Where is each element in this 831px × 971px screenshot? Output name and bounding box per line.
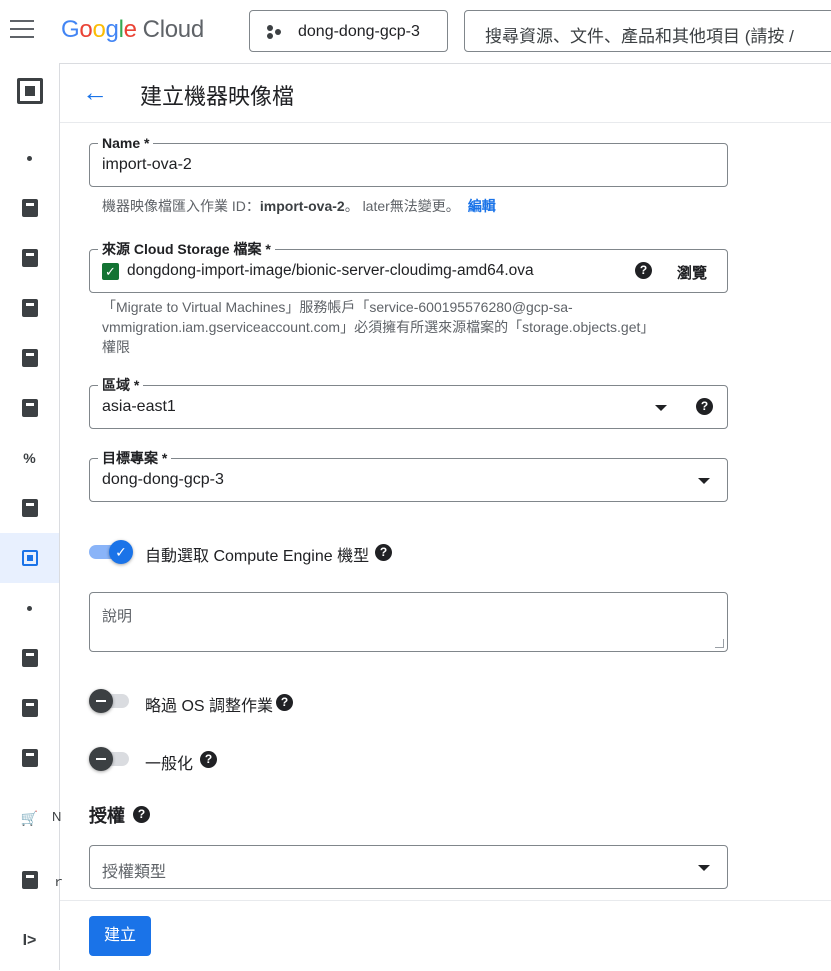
migrate-vms-icon[interactable] bbox=[0, 533, 59, 583]
source-file-field[interactable]: 來源 Cloud Storage 檔案 * ✓ dongdong-import-… bbox=[89, 240, 728, 293]
expand-rail-icon[interactable]: I> bbox=[0, 916, 59, 966]
help-icon[interactable]: ? bbox=[375, 544, 392, 561]
project-icon bbox=[267, 25, 283, 39]
project-picker-label: dong-dong-gcp-3 bbox=[298, 23, 420, 40]
source-label: 來源 Cloud Storage 檔案 * bbox=[98, 240, 275, 258]
region-label: 區域 * bbox=[98, 376, 144, 394]
logo-cloud-text: Cloud bbox=[142, 16, 205, 43]
auto-machine-type-toggle[interactable]: ✓ bbox=[89, 540, 133, 564]
name-field[interactable]: Name * import-ova-2 bbox=[89, 134, 728, 187]
release-notes-icon[interactable] bbox=[0, 855, 59, 905]
generalize-toggle[interactable] bbox=[89, 747, 133, 771]
job-id: import-ova-2 bbox=[259, 198, 345, 214]
footer-bar: 建立 bbox=[60, 900, 831, 971]
license-type-select[interactable]: 授權類型 bbox=[89, 845, 728, 889]
target-project-value: dong-dong-gcp-3 bbox=[102, 471, 224, 488]
help-icon[interactable]: ? bbox=[133, 806, 150, 823]
source-value: dongdong-import-image/bionic-server-clou… bbox=[127, 262, 534, 279]
logo-letter: e bbox=[123, 16, 137, 43]
name-value: import-ova-2 bbox=[102, 156, 192, 173]
nav-dot-icon[interactable] bbox=[0, 583, 59, 633]
edit-link[interactable]: 編輯 bbox=[468, 198, 496, 214]
google-cloud-logo[interactable]: Google Cloud bbox=[61, 16, 204, 44]
hint-suffix: 。 later無法變更。 bbox=[344, 198, 460, 214]
main-menu-icon[interactable] bbox=[10, 20, 34, 40]
dropdown-caret-icon bbox=[698, 478, 710, 484]
logo-letter: o bbox=[92, 16, 106, 43]
instance-templates-icon[interactable] bbox=[0, 233, 59, 283]
target-project-label: 目標專案 * bbox=[98, 449, 172, 467]
page-header: ← 建立機器映像檔 bbox=[60, 63, 831, 123]
rail-cut-label: ｒ bbox=[52, 874, 66, 889]
logo-letter: g bbox=[105, 16, 119, 43]
skip-os-toggle[interactable] bbox=[89, 689, 133, 713]
region-select[interactable]: 區域 * asia-east1 ? bbox=[89, 376, 728, 429]
disks-icon[interactable] bbox=[0, 633, 59, 683]
logo-letter: G bbox=[61, 16, 80, 43]
hint-line: 權限 bbox=[102, 339, 130, 355]
images-icon[interactable] bbox=[0, 733, 59, 783]
check-icon: ✓ bbox=[102, 263, 119, 280]
marketplace-icon[interactable]: 🛒 bbox=[0, 793, 59, 843]
committed-use-icon[interactable]: % bbox=[0, 433, 59, 483]
browse-button[interactable]: 瀏覽 bbox=[677, 262, 707, 283]
tpus-icon[interactable] bbox=[0, 383, 59, 433]
target-project-select[interactable]: 目標專案 * dong-dong-gcp-3 bbox=[89, 449, 728, 502]
project-picker-button[interactable]: dong-dong-gcp-3 bbox=[249, 10, 448, 52]
dropdown-caret-icon bbox=[698, 865, 710, 871]
logo-letter: o bbox=[79, 16, 93, 43]
description-textarea[interactable]: 說明 bbox=[89, 592, 728, 652]
compute-engine-icon[interactable] bbox=[0, 66, 59, 116]
help-icon[interactable]: ? bbox=[696, 398, 713, 415]
license-type-placeholder: 授權類型 bbox=[102, 864, 167, 881]
check-icon: ✓ bbox=[109, 540, 133, 564]
top-bar: Google Cloud dong-dong-gcp-3 搜尋資源、文件、產品和其… bbox=[0, 0, 831, 64]
snapshots-icon[interactable] bbox=[0, 683, 59, 733]
region-value: asia-east1 bbox=[102, 398, 176, 415]
auto-machine-type-label: 自動選取 Compute Engine 機型 bbox=[145, 548, 370, 565]
search-input[interactable]: 搜尋資源、文件、產品和其他項目 (請按 / bbox=[464, 10, 831, 52]
create-button[interactable]: 建立 bbox=[89, 916, 151, 956]
sole-tenant-icon[interactable] bbox=[0, 283, 59, 333]
help-icon[interactable]: ? bbox=[276, 694, 293, 711]
generalize-label: 一般化 bbox=[145, 756, 194, 773]
hint-line: vmmigration.iam.gserviceaccount.com」必須擁有… bbox=[102, 319, 655, 335]
hint-prefix: 機器映像檔匯入作業 ID： bbox=[102, 198, 260, 214]
back-arrow-icon[interactable]: ← bbox=[82, 79, 108, 105]
left-nav-rail: % 🛒 N ｒ I> bbox=[0, 63, 65, 970]
reservations-icon[interactable] bbox=[0, 483, 59, 533]
help-icon[interactable]: ? bbox=[200, 751, 217, 768]
dropdown-caret-icon bbox=[655, 405, 667, 411]
description-placeholder: 說明 bbox=[102, 608, 133, 625]
rail-cut-label: N bbox=[52, 809, 62, 824]
vm-instances-icon[interactable] bbox=[0, 183, 59, 233]
resize-handle[interactable] bbox=[715, 639, 724, 648]
hint-line: 「Migrate to Virtual Machines」服務帳戶「servic… bbox=[102, 299, 573, 315]
name-label: Name * bbox=[98, 134, 154, 152]
job-id-hint: 機器映像檔匯入作業 ID：import-ova-2。 later無法變更。 編輯 bbox=[102, 196, 496, 216]
service-account-hint: 「Migrate to Virtual Machines」服務帳戶「servic… bbox=[102, 297, 654, 357]
license-section-title: 授權 bbox=[89, 802, 125, 828]
license-section-label: 授權 bbox=[89, 806, 125, 826]
page-title: 建立機器映像檔 bbox=[140, 84, 295, 109]
nav-dot-icon[interactable] bbox=[0, 133, 59, 183]
search-placeholder: 搜尋資源、文件、產品和其他項目 (請按 / bbox=[485, 27, 794, 46]
help-icon[interactable]: ? bbox=[635, 262, 652, 279]
machine-images-icon[interactable] bbox=[0, 333, 59, 383]
skip-os-label: 略過 OS 調整作業 bbox=[145, 698, 274, 715]
